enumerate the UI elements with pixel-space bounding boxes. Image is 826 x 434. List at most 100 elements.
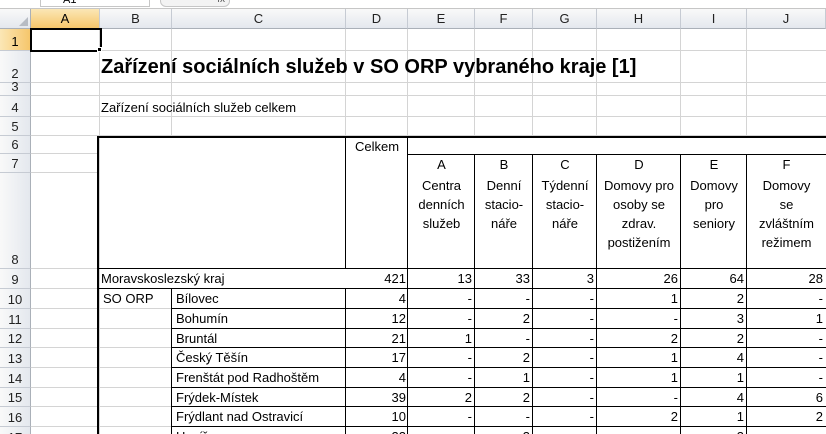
header-label: osoby se bbox=[612, 197, 666, 212]
column-header[interactable]: B bbox=[100, 9, 172, 29]
selected-cell-a1[interactable] bbox=[30, 28, 102, 52]
table-border bbox=[97, 136, 826, 138]
region-value: 3 bbox=[586, 271, 594, 286]
table-cell: 2 bbox=[464, 390, 472, 405]
header-label: Domovy pro bbox=[603, 178, 675, 193]
row-header[interactable]: 13 bbox=[0, 348, 31, 368]
header-label: postižením bbox=[607, 235, 671, 250]
row-header[interactable]: 12 bbox=[0, 329, 31, 348]
header-label: Týdenní bbox=[541, 178, 589, 193]
column-header[interactable]: I bbox=[681, 9, 747, 29]
table-border bbox=[172, 347, 826, 348]
table-cell: - bbox=[818, 370, 823, 385]
region-value: 13 bbox=[457, 271, 472, 286]
header-label: se bbox=[779, 197, 794, 212]
table-row-name: Frýdlant nad Ostravicí bbox=[176, 409, 304, 424]
table-cell: - bbox=[533, 427, 594, 434]
header-label: pro bbox=[704, 197, 724, 212]
region-value: 64 bbox=[729, 271, 744, 286]
table-row-total: 4 bbox=[398, 291, 406, 306]
table-cell: - bbox=[408, 427, 472, 434]
column-header[interactable]: H bbox=[597, 9, 681, 29]
table-cell: - bbox=[747, 427, 823, 434]
header-label: stacio- bbox=[484, 197, 524, 212]
table-cell: - bbox=[818, 331, 823, 346]
row-header[interactable]: 11 bbox=[0, 309, 31, 329]
header-label: režimem bbox=[761, 235, 812, 250]
table-cell: - bbox=[673, 311, 678, 326]
table-row-total: 10 bbox=[391, 409, 406, 424]
spreadsheet: A1fxABCDEFGHIJ1234567891011121314151617Z… bbox=[0, 0, 826, 434]
row-header[interactable]: 9 bbox=[0, 269, 31, 289]
table-row-total: 22 bbox=[346, 427, 406, 434]
column-header[interactable]: G bbox=[533, 9, 597, 29]
table-border bbox=[172, 387, 826, 388]
region-total: 421 bbox=[384, 271, 406, 286]
so-orp-label: SO ORP bbox=[103, 291, 154, 306]
header-label: Denní bbox=[486, 178, 522, 193]
table-cell: 2 bbox=[522, 390, 530, 405]
row-header[interactable]: 1 bbox=[0, 29, 31, 51]
column-header[interactable]: D bbox=[346, 9, 408, 29]
gridline bbox=[31, 50, 826, 51]
column-header[interactable]: E bbox=[408, 9, 475, 29]
table-border bbox=[407, 136, 408, 269]
select-all-corner[interactable] bbox=[0, 9, 31, 29]
table-cell: - bbox=[467, 350, 472, 365]
row-header[interactable]: 16 bbox=[0, 407, 31, 427]
table-row-name: Frýdek-Místek bbox=[176, 390, 259, 405]
fill-handle[interactable] bbox=[97, 47, 102, 52]
table-cell: 2 bbox=[670, 409, 678, 424]
column-header[interactable]: F bbox=[475, 9, 533, 29]
row-header[interactable]: 15 bbox=[0, 388, 31, 407]
page-title: Zařízení sociálních služeb v SO ORP vybr… bbox=[101, 56, 637, 78]
table-border bbox=[407, 268, 408, 288]
function-icon[interactable]: fx bbox=[160, 0, 230, 7]
row-header[interactable]: 5 bbox=[0, 117, 31, 136]
table-row-name: Havířov bbox=[176, 427, 221, 434]
table-cell: 1 bbox=[522, 370, 530, 385]
table-cell: 1 bbox=[464, 331, 472, 346]
table-cell: 3 bbox=[736, 311, 744, 326]
table-cell: 2 bbox=[815, 409, 823, 424]
table-cell: - bbox=[589, 291, 594, 306]
row-header[interactable]: 10 bbox=[0, 289, 31, 309]
row-header[interactable]: 7 bbox=[0, 154, 31, 173]
row-header[interactable]: 17 bbox=[0, 427, 31, 434]
header-label: denních bbox=[418, 197, 465, 212]
row-header[interactable]: 6 bbox=[0, 136, 31, 154]
table-cell: 1 bbox=[736, 409, 744, 424]
gridline bbox=[31, 95, 826, 96]
row-header[interactable]: 4 bbox=[0, 96, 31, 117]
table-cell: - bbox=[597, 427, 678, 434]
table-border bbox=[407, 288, 408, 434]
column-header[interactable]: J bbox=[747, 9, 826, 29]
row-header[interactable]: 3 bbox=[0, 79, 31, 96]
table-cell: 4 bbox=[736, 390, 744, 405]
table-row-total: 39 bbox=[391, 390, 406, 405]
column-header[interactable]: C bbox=[172, 9, 346, 29]
region-value: 26 bbox=[663, 271, 678, 286]
table-cell: 3 bbox=[681, 427, 744, 434]
column-header[interactable]: A bbox=[31, 9, 100, 29]
table-cell: 1 bbox=[736, 370, 744, 385]
row-header[interactable]: 14 bbox=[0, 368, 31, 388]
table-cell: - bbox=[589, 350, 594, 365]
table-row-name: Bohumín bbox=[176, 311, 229, 326]
header-label: zdrav. bbox=[621, 216, 657, 231]
header-letter: B bbox=[499, 157, 509, 172]
select-all-icon bbox=[19, 17, 28, 26]
table-cell: 6 bbox=[815, 390, 823, 405]
table-cell: - bbox=[589, 311, 594, 326]
table-border bbox=[171, 288, 172, 434]
header-label: Domovy bbox=[762, 178, 811, 193]
row-header[interactable]: 8 bbox=[0, 173, 31, 269]
name-box[interactable]: A1 bbox=[40, 0, 150, 7]
header-letter: D bbox=[634, 157, 644, 172]
table-border bbox=[97, 136, 99, 434]
table-border bbox=[97, 288, 826, 289]
header-letter: E bbox=[709, 157, 719, 172]
region-value: 33 bbox=[515, 271, 530, 286]
table-border bbox=[474, 154, 475, 434]
header-label: seniory bbox=[693, 216, 735, 231]
